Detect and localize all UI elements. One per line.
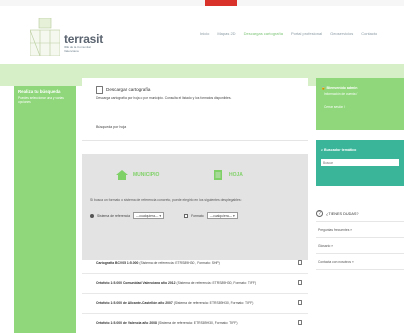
nav-item-portal[interactable]: Portal profesional (291, 31, 322, 39)
search-by-sheet-link[interactable]: Búsqueda por hoja (96, 125, 126, 129)
site-logo[interactable]: terrasit IDE de la Comunitat Valenciana (30, 18, 110, 58)
nav-item-contacto[interactable]: Contacto (361, 31, 377, 39)
header: terrasit IDE de la Comunitat Valenciana … (0, 6, 404, 64)
nav-item-inicio[interactable]: Inicio (200, 31, 209, 39)
list-item-details: (Sistema de referencia: ETRS89H30, Forma… (156, 321, 238, 325)
list-item-text: Ortofoto 1:5.000 de Alicante-Castellón a… (96, 301, 253, 305)
sidebar-description: Puedes seleccionar una y varias opciones (18, 96, 64, 104)
faq-header: ? ¿TIENES DUDAS? (316, 206, 404, 222)
filter-info-text: Si busca un formato o sistema de referen… (90, 198, 242, 202)
nav-item-mapas[interactable]: Mapas 2D (217, 31, 235, 39)
list-item-title: Ortofoto 1:5.000 Comunidad Valenciana añ… (96, 281, 176, 285)
list-item-title: Ortofoto 1:5.000 de Valencia año 2008 (96, 321, 157, 325)
faq-link-glosario[interactable]: Glosario » (316, 238, 404, 254)
user-welcome-text: Bienvenido admin (326, 86, 358, 90)
thematic-search-input[interactable] (321, 159, 399, 166)
reference-system-filter: Sistema de referencia ---cualquiera--- ▾ (90, 212, 165, 220)
list-item-title: Ortofoto 1:5.000 de Alicante-Castellón a… (96, 301, 173, 305)
nav-item-descargas[interactable]: Descargas cartografía (244, 31, 283, 39)
filters-row: Sistema de referencia ---cualquiera--- ▾… (90, 212, 238, 220)
download-title: Descargar cartografía (106, 87, 151, 92)
faq-link-contacto[interactable]: Contacta con nosotros » (316, 254, 404, 270)
faq-panel: ? ¿TIENES DUDAS? Preguntas frecuentes » … (316, 206, 404, 270)
user-welcome: 🔒 Bienvenido admin (321, 86, 357, 90)
faq-link-preguntas[interactable]: Preguntas frecuentes » (316, 222, 404, 238)
list-item[interactable]: Ortofoto 1:5.000 de Valencia año 2008 (S… (82, 314, 308, 333)
faq-title: ¿TIENES DUDAS? (326, 212, 359, 216)
list-item-text: Ortofoto 1:5.000 de Valencia año 2008 (S… (96, 321, 237, 325)
sidebar-title: Realiza tu búsqueda (18, 89, 61, 94)
terrasit-logo-icon (30, 18, 60, 56)
format-label: Formato (191, 213, 204, 218)
search-sidebar: Realiza tu búsqueda Puedes seleccionar u… (14, 86, 76, 333)
document-icon (96, 86, 103, 94)
main-nav: Inicio Mapas 2D Descargas cartografía Po… (200, 31, 404, 39)
search-icon: ⌕ (321, 148, 324, 152)
list-item-title: Cartografía BCV05 1:5.000 (96, 261, 139, 265)
list-item-text: Cartografía BCV05 1:5.000 (Sistema de re… (96, 261, 220, 265)
sheet-icon (214, 170, 222, 180)
logo-subtitle: IDE de la Comunitat Valenciana (64, 45, 91, 53)
file-icon[interactable] (298, 300, 302, 305)
list-item[interactable]: Cartografía BCV05 1:5.000 (Sistema de re… (82, 254, 308, 274)
divider (82, 140, 308, 141)
main-content: Descargar cartografía Descarga cartograf… (82, 78, 308, 333)
list-item-details: (Sistema de referencia: ETRS89H30 , Form… (138, 261, 220, 265)
hoja-label: HOJA (229, 172, 243, 178)
municipio-button[interactable]: MUNICIPIO (116, 168, 159, 182)
user-panel: 🔒 Bienvenido admin Información de cuenta… (316, 78, 404, 130)
list-item[interactable]: Ortofoto 1:5.000 de Alicante-Castellón a… (82, 294, 308, 314)
list-item[interactable]: Ortofoto 1:5.000 Comunidad Valenciana añ… (82, 274, 308, 294)
thematic-search-panel: ⌕ Buscador temático (316, 140, 404, 186)
format-filter: Formato ---cualquiera--- ▾ (184, 212, 238, 220)
list-item-details: (Sistema de referencia: ETRS89H30, Forma… (175, 281, 257, 285)
list-item-text: Ortofoto 1:5.000 Comunidad Valenciana añ… (96, 281, 256, 285)
file-icon[interactable] (298, 320, 302, 325)
download-list: Cartografía BCV05 1:5.000 (Sistema de re… (82, 254, 308, 333)
file-icon[interactable] (298, 280, 302, 285)
lock-icon: 🔒 (321, 86, 326, 90)
reference-label: Sistema de referencia (97, 213, 130, 218)
thematic-search-title-text: Buscador temático (324, 148, 357, 152)
municipio-label: MUNICIPIO (133, 172, 160, 178)
house-icon (116, 170, 128, 180)
format-select[interactable]: ---cualquiera--- ▾ (206, 212, 238, 220)
download-description: Descarga cartografía por hoja o por muni… (96, 96, 232, 100)
file-icon[interactable] (298, 260, 302, 265)
reference-select-value: ---cualquiera--- (135, 213, 159, 218)
hoja-button[interactable]: HOJA (212, 168, 243, 182)
list-item-details: (Sistema de referencia: ETRS89H30, Forma… (172, 301, 254, 305)
format-select-value: ---cualquiera--- (209, 213, 233, 218)
thematic-search-title: ⌕ Buscador temático (321, 148, 356, 152)
reference-select[interactable]: ---cualquiera--- ▾ (132, 212, 165, 220)
right-sidebar: 🔒 Bienvenido admin Información de cuenta… (316, 78, 404, 333)
logo-title: terrasit (64, 32, 104, 46)
account-info-link[interactable]: Información de cuenta / (324, 92, 384, 97)
reference-radio[interactable] (90, 213, 94, 218)
question-icon: ? (316, 210, 323, 217)
search-panel: MUNICIPIO HOJA Si busca un formato o sis… (82, 154, 308, 260)
logout-link[interactable]: Cerrar sesión / (324, 105, 384, 110)
format-checkbox[interactable] (184, 213, 189, 218)
nav-item-geoservicios[interactable]: Geoservicios (330, 31, 353, 39)
